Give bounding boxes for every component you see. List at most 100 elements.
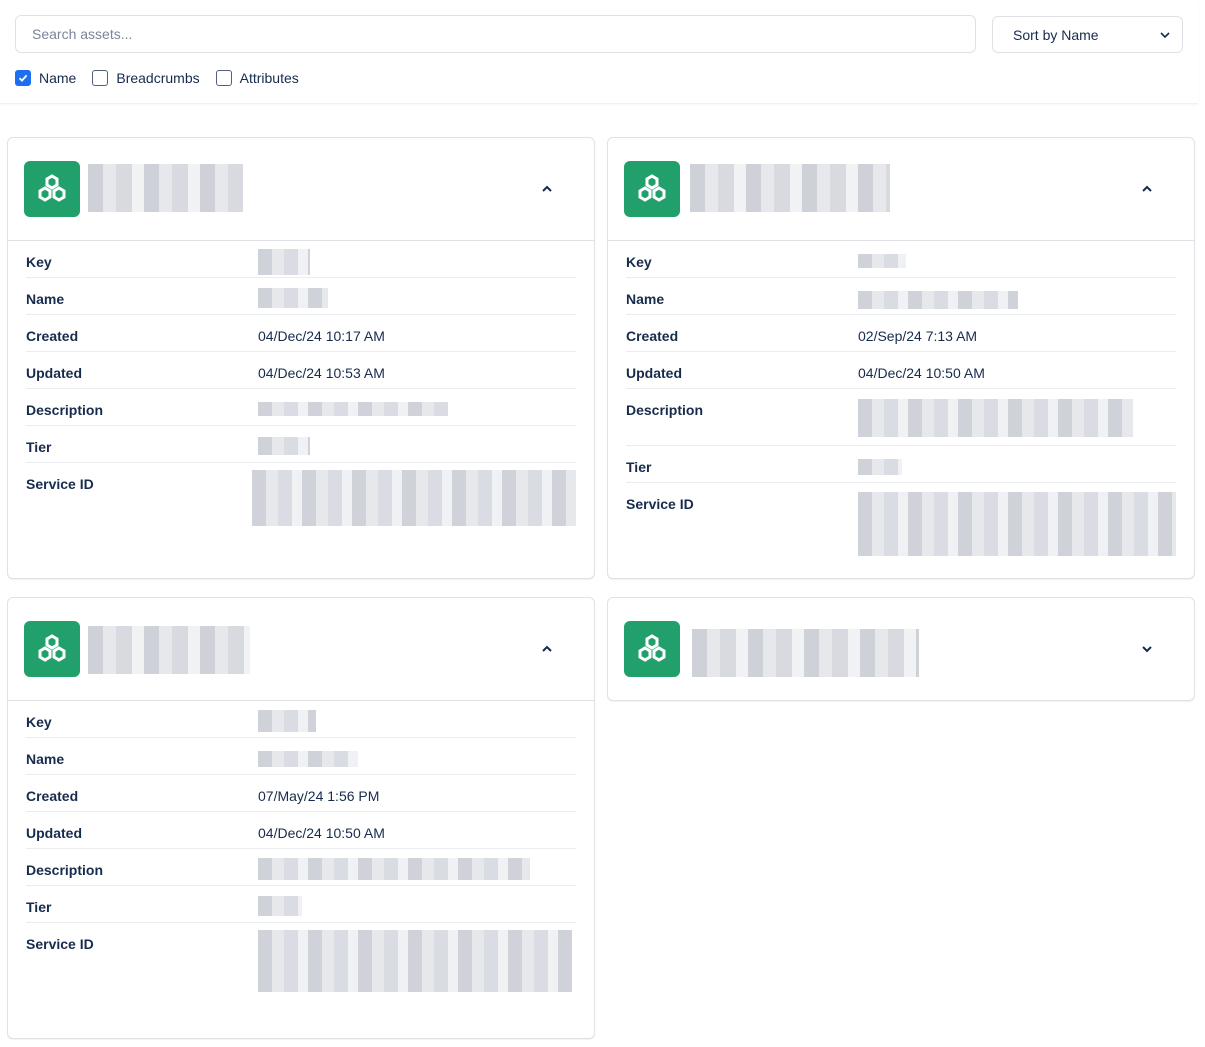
chevron-down-icon[interactable] <box>1138 640 1156 658</box>
field-row-tier: Tier <box>26 426 576 463</box>
redacted-value <box>258 849 576 885</box>
checkbox-label: Name <box>39 70 77 86</box>
updated-value: 04/Dec/24 10:50 AM <box>258 825 385 841</box>
field-row-name: Name <box>626 278 1176 315</box>
field-label: Tier <box>626 459 652 475</box>
redacted-value <box>258 241 576 277</box>
field-row-description: Description <box>26 849 576 886</box>
field-label: Description <box>26 862 104 878</box>
redacted-title <box>690 164 890 212</box>
field-label: Description <box>626 402 704 418</box>
field-row-tier: Tier <box>26 886 576 923</box>
field-label: Service ID <box>626 496 694 512</box>
redacted-title <box>88 626 250 674</box>
field-row-key: Key <box>26 241 576 278</box>
field-label: Description <box>26 402 104 418</box>
field-row-updated: Updated 04/Dec/24 10:50 AM <box>626 352 1176 389</box>
chevron-up-icon[interactable] <box>538 640 556 658</box>
field-row-created: Created 02/Sep/24 7:13 AM <box>626 315 1176 352</box>
sort-select[interactable]: Sort by Name <box>992 16 1183 53</box>
asset-fields: Key Name Created 02/Sep/24 7:13 AM Update… <box>626 241 1176 563</box>
field-label: Name <box>26 291 65 307</box>
checkbox-breadcrumbs[interactable]: Breadcrumbs <box>92 70 200 86</box>
checkbox-unchecked-icon[interactable] <box>215 70 232 86</box>
toolbar: Sort by Name Name Breadcrumbs Attributes <box>0 0 1198 104</box>
field-row-service-id: Service ID <box>626 483 1176 563</box>
asset-card-header[interactable] <box>8 138 594 241</box>
redacted-value <box>858 241 1176 277</box>
asset-card-header[interactable] <box>608 598 1194 700</box>
field-label: Service ID <box>26 936 94 952</box>
field-row-name: Name <box>26 738 576 775</box>
field-label: Key <box>626 254 652 270</box>
redacted-value <box>252 463 576 533</box>
field-row-description: Description <box>626 389 1176 446</box>
field-row-created: Created 04/Dec/24 10:17 AM <box>26 315 576 352</box>
redacted-value <box>258 738 576 774</box>
updated-value: 04/Dec/24 10:50 AM <box>858 365 985 381</box>
hexagon-cluster-icon <box>624 621 680 677</box>
redacted-value <box>258 701 576 737</box>
field-row-name: Name <box>26 278 576 315</box>
redacted-value <box>858 483 1176 563</box>
field-label: Name <box>26 751 65 767</box>
redacted-title <box>88 164 243 212</box>
hexagon-cluster-icon <box>24 161 80 217</box>
asset-card: Key Name Created 02/Sep/24 7:13 AM Update… <box>607 137 1195 579</box>
checkbox-name[interactable]: Name <box>15 70 76 86</box>
chevron-up-icon[interactable] <box>1138 180 1156 198</box>
field-row-key: Key <box>26 701 576 738</box>
field-label: Created <box>26 788 79 804</box>
field-label: Updated <box>26 825 82 841</box>
checkbox-label: Attributes <box>239 70 299 86</box>
created-value: 04/Dec/24 10:17 AM <box>258 328 385 344</box>
created-value: 02/Sep/24 7:13 AM <box>858 328 978 344</box>
field-label: Key <box>26 714 52 730</box>
redacted-value <box>858 278 1176 314</box>
asset-fields: Key Name Created 07/May/24 1:56 PM Update… <box>26 701 576 1003</box>
redacted-value <box>858 446 1176 482</box>
redacted-value <box>858 389 1176 445</box>
hexagon-cluster-icon <box>624 161 680 217</box>
field-label: Tier <box>26 899 52 915</box>
field-label: Key <box>26 254 52 270</box>
redacted-value <box>258 886 576 922</box>
asset-card: Key Name Created 04/Dec/24 10:17 AM Updat… <box>7 137 595 579</box>
field-label: Updated <box>626 365 682 381</box>
field-row-updated: Updated 04/Dec/24 10:53 AM <box>26 352 576 389</box>
chevron-up-icon[interactable] <box>538 180 556 198</box>
field-row-tier: Tier <box>626 446 1176 483</box>
chevron-down-icon <box>1160 31 1170 38</box>
asset-fields: Key Name Created 04/Dec/24 10:17 AM Updat… <box>26 241 576 533</box>
asset-card-header[interactable] <box>608 138 1194 241</box>
field-row-service-id: Service ID <box>26 463 576 533</box>
redacted-title <box>692 629 919 677</box>
checkbox-unchecked-icon[interactable] <box>92 70 109 86</box>
updated-value: 04/Dec/24 10:53 AM <box>258 365 385 381</box>
redacted-value <box>258 389 576 425</box>
asset-card <box>607 597 1195 701</box>
redacted-value <box>258 923 576 1003</box>
field-row-updated: Updated 04/Dec/24 10:50 AM <box>26 812 576 849</box>
field-row-created: Created 07/May/24 1:56 PM <box>26 775 576 812</box>
checkbox-label: Breadcrumbs <box>116 70 200 86</box>
asset-card: Key Name Created 07/May/24 1:56 PM Update… <box>7 597 595 1039</box>
redacted-value <box>258 278 576 314</box>
field-toggles: Name Breadcrumbs Attributes <box>15 70 299 86</box>
checkbox-checked-icon[interactable] <box>15 70 31 86</box>
field-row-service-id: Service ID <box>26 923 576 1003</box>
field-label: Created <box>26 328 79 344</box>
field-label: Service ID <box>26 476 94 492</box>
checkbox-attributes[interactable]: Attributes <box>215 70 299 86</box>
field-label: Tier <box>26 439 52 455</box>
field-row-description: Description <box>26 389 576 426</box>
field-label: Name <box>626 291 665 307</box>
field-label: Updated <box>26 365 82 381</box>
field-row-key: Key <box>626 241 1176 278</box>
search-input[interactable] <box>15 15 976 53</box>
redacted-value <box>258 426 576 462</box>
field-label: Created <box>626 328 679 344</box>
sort-label: Sort by Name <box>1013 26 1099 43</box>
asset-card-header[interactable] <box>8 598 594 701</box>
hexagon-cluster-icon <box>24 621 80 677</box>
